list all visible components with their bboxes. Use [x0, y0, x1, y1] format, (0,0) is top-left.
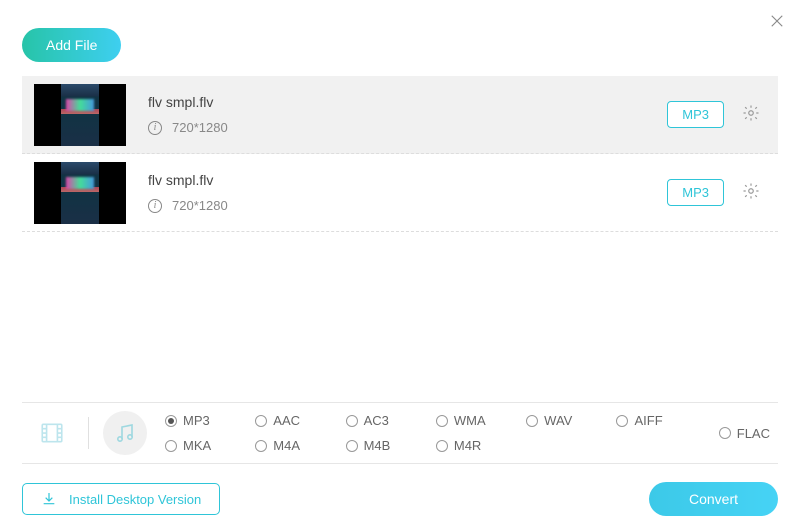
- gear-icon[interactable]: [742, 104, 760, 125]
- format-option-wma[interactable]: WMA: [436, 413, 526, 428]
- file-thumbnail: [34, 84, 126, 146]
- format-bar: MP3 AAC AC3 WMA WAV AIFF MKA M4A M4B M4R…: [22, 402, 778, 464]
- file-output-format-button[interactable]: MP3: [667, 101, 724, 128]
- format-option-aiff[interactable]: AIFF: [616, 413, 706, 428]
- format-option-m4r[interactable]: M4R: [436, 438, 526, 453]
- file-row[interactable]: flv smpl.flv i 720*1280 MP3: [22, 154, 778, 232]
- add-file-button[interactable]: Add File: [22, 28, 121, 62]
- format-option-mka[interactable]: MKA: [165, 438, 255, 453]
- format-option-m4a[interactable]: M4A: [255, 438, 345, 453]
- file-resolution: 720*1280: [172, 120, 228, 135]
- file-name: flv smpl.flv: [148, 172, 667, 188]
- format-option-aac[interactable]: AAC: [255, 413, 345, 428]
- format-option-flac[interactable]: FLAC: [719, 426, 770, 441]
- gear-icon[interactable]: [742, 182, 760, 203]
- download-icon: [41, 491, 57, 507]
- media-type-video[interactable]: [30, 411, 74, 455]
- file-output-format-button[interactable]: MP3: [667, 179, 724, 206]
- convert-button[interactable]: Convert: [649, 482, 778, 516]
- file-thumbnail: [34, 162, 126, 224]
- format-option-mp3[interactable]: MP3: [165, 413, 255, 428]
- close-button[interactable]: [768, 12, 786, 33]
- media-type-audio[interactable]: [103, 411, 147, 455]
- file-list: flv smpl.flv i 720*1280 MP3 flv smpl.flv…: [22, 76, 778, 232]
- format-option-m4b[interactable]: M4B: [346, 438, 436, 453]
- format-option-ac3[interactable]: AC3: [346, 413, 436, 428]
- file-name: flv smpl.flv: [148, 94, 667, 110]
- file-resolution: 720*1280: [172, 198, 228, 213]
- install-desktop-button[interactable]: Install Desktop Version: [22, 483, 220, 515]
- info-icon: i: [148, 199, 162, 213]
- format-option-wav[interactable]: WAV: [526, 413, 616, 428]
- info-icon: i: [148, 121, 162, 135]
- install-desktop-label: Install Desktop Version: [69, 492, 201, 507]
- file-row[interactable]: flv smpl.flv i 720*1280 MP3: [22, 76, 778, 154]
- divider: [88, 417, 89, 449]
